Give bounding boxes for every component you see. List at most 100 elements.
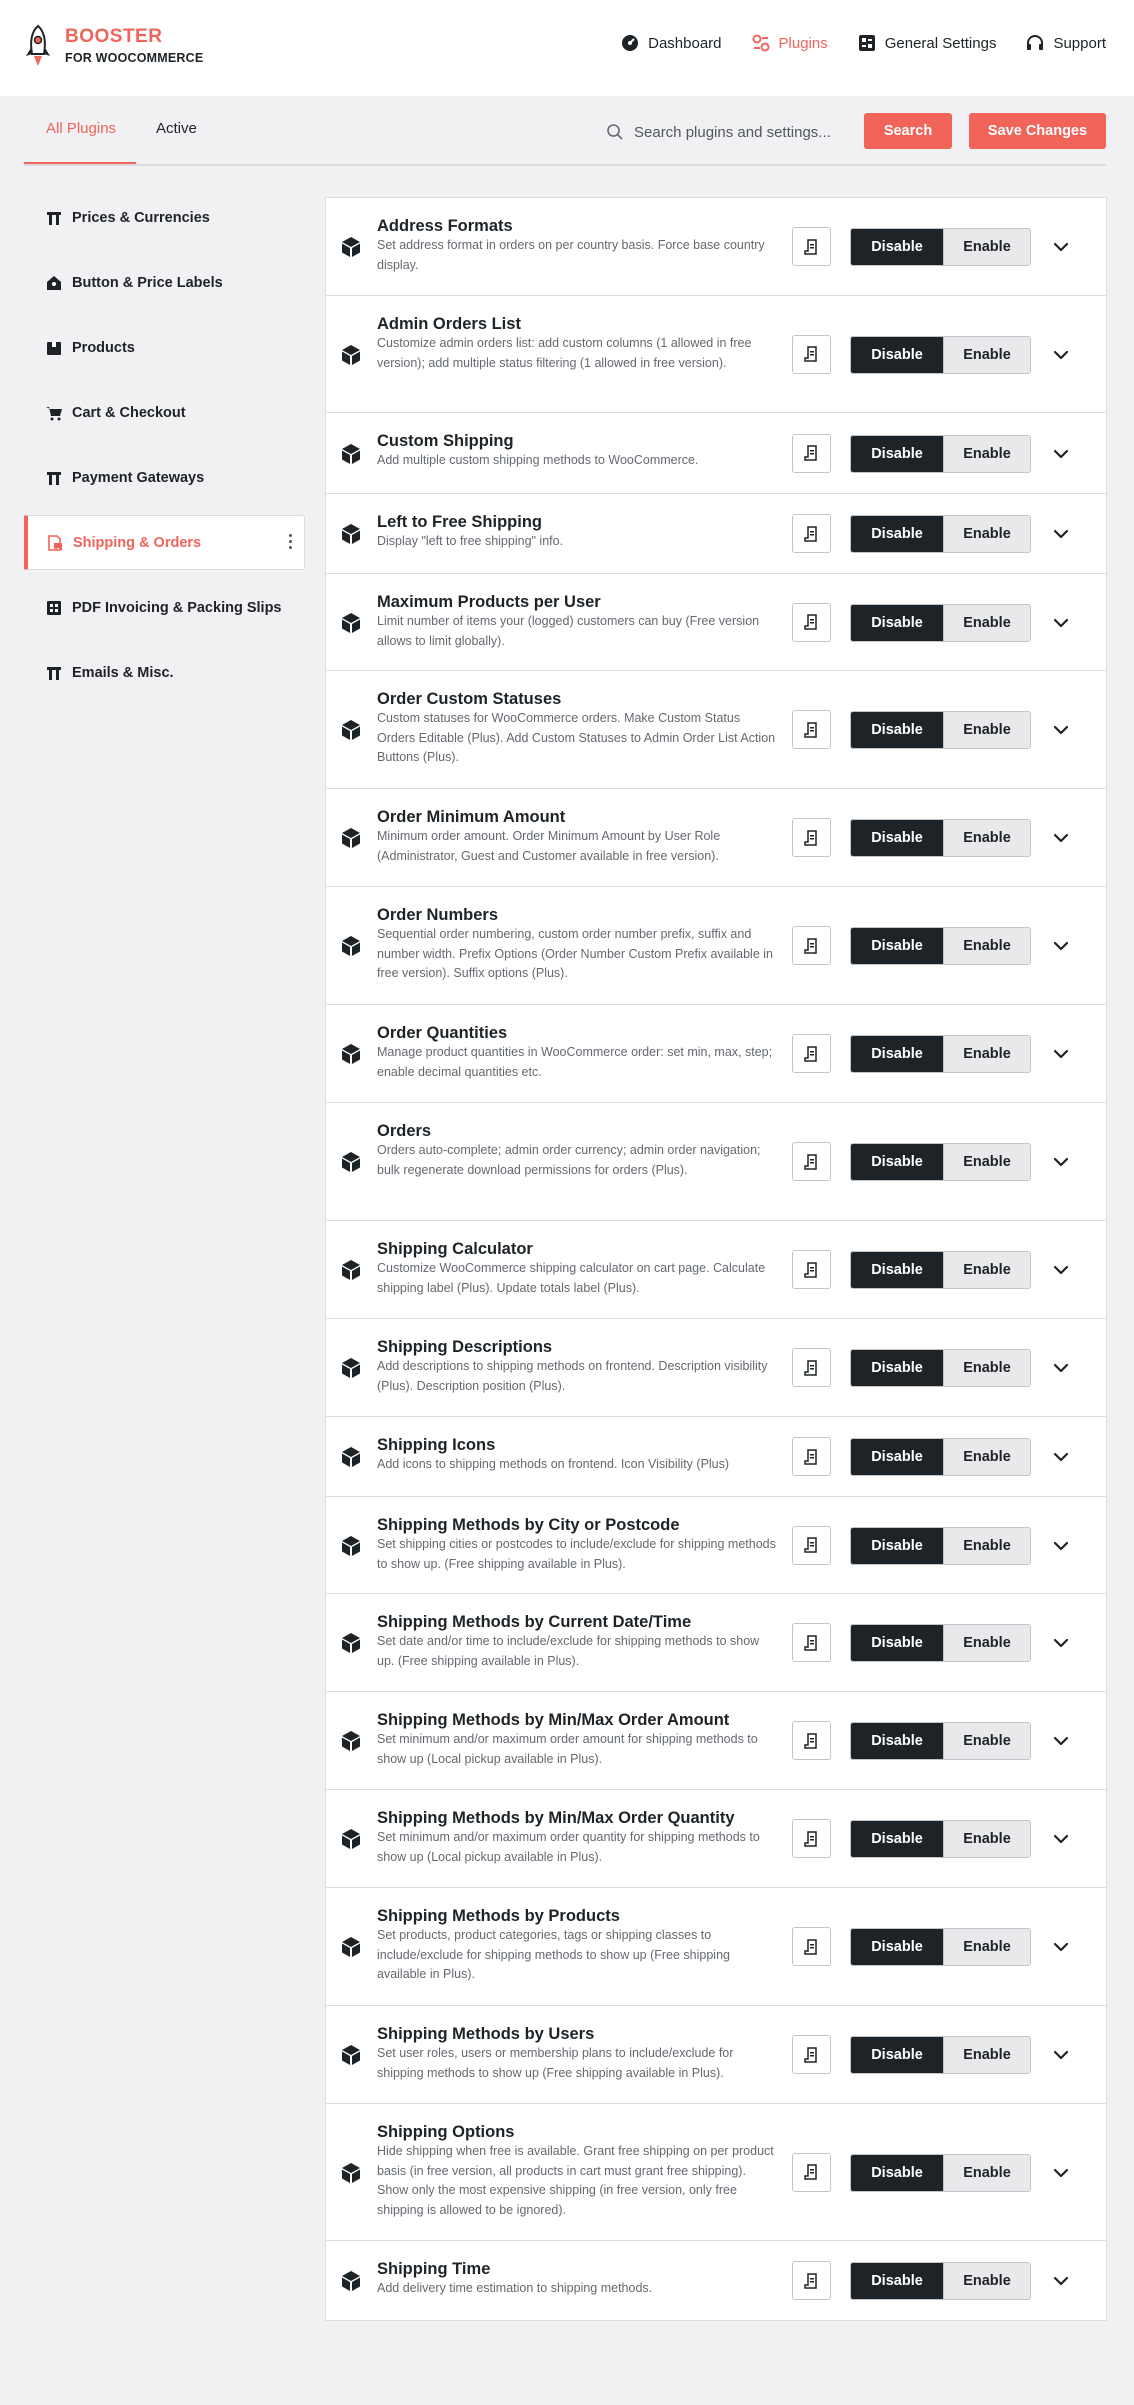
documentation-button[interactable] [792,1927,831,1966]
disable-button[interactable]: Disable [851,1252,943,1288]
enable-button[interactable]: Enable [943,1144,1030,1180]
search-input[interactable] [634,123,834,141]
disable-button[interactable]: Disable [851,1625,943,1661]
chevron-down-icon[interactable] [1051,936,1071,956]
sidebar-item-payment-gateways[interactable]: Payment Gateways [24,450,305,505]
disable-button[interactable]: Disable [851,229,943,265]
tab-all-plugins[interactable]: All Plugins [46,120,116,137]
nav-general-settings[interactable]: General Settings [858,34,996,52]
disable-button[interactable]: Disable [851,712,943,748]
sidebar-item-pdf-invoicing[interactable]: PDF Invoicing & Packing Slips [24,580,305,635]
disable-button[interactable]: Disable [851,1929,943,1965]
chevron-down-icon[interactable] [1051,2045,1071,2065]
enable-button[interactable]: Enable [943,604,1030,641]
documentation-button[interactable] [792,602,831,642]
documentation-button[interactable] [792,1721,831,1760]
chevron-down-icon[interactable] [1051,524,1071,544]
disable-button[interactable]: Disable [851,1527,943,1564]
enable-button[interactable]: Enable [943,336,1030,373]
enable-button[interactable]: Enable [943,1350,1030,1386]
chevron-down-icon[interactable] [1051,1937,1071,1957]
documentation-button[interactable] [792,1250,831,1289]
enable-button[interactable]: Enable [943,1723,1030,1759]
sidebar-item-cart-checkout[interactable]: Cart & Checkout [24,385,305,440]
chevron-down-icon[interactable] [1051,1731,1071,1751]
disable-button[interactable]: Disable [851,1821,943,1857]
documentation-button[interactable] [792,514,831,553]
tab-active[interactable]: Active [156,120,197,137]
enable-button[interactable]: Enable [943,2037,1030,2073]
disable-button[interactable]: Disable [851,928,943,964]
nav-dashboard[interactable]: Dashboard [621,34,722,52]
disable-button[interactable]: Disable [851,1036,943,1072]
disable-button[interactable]: Disable [851,1144,943,1180]
documentation-button[interactable] [792,1142,831,1181]
disable-button[interactable]: Disable [851,1439,943,1475]
search-button[interactable]: Search [864,113,952,149]
sidebar-item-shipping-orders[interactable]: Shipping & Orders [24,515,305,570]
chevron-down-icon[interactable] [1051,1447,1071,1467]
chevron-down-icon[interactable] [1051,1044,1071,1064]
booster-logo[interactable]: BOOSTER FOR WOOCOMMERCE [24,24,203,68]
enable-button[interactable]: Enable [943,435,1030,472]
enable-button[interactable]: Enable [943,1252,1030,1288]
enable-button[interactable]: Enable [943,1439,1030,1475]
chevron-down-icon[interactable] [1051,345,1071,365]
documentation-button[interactable] [792,710,831,749]
save-changes-button[interactable]: Save Changes [969,113,1106,149]
documentation-button[interactable] [792,1819,831,1858]
documentation-button[interactable] [792,2261,831,2300]
sidebar-item-prices-currencies[interactable]: Prices & Currencies [24,190,305,245]
enable-button[interactable]: Enable [943,712,1030,748]
enable-button[interactable]: Enable [943,1929,1030,1965]
chevron-down-icon[interactable] [1051,1260,1071,1280]
chevron-down-icon[interactable] [1051,444,1071,464]
disable-button[interactable]: Disable [851,516,943,552]
documentation-button[interactable] [792,433,831,473]
disable-button[interactable]: Disable [851,2154,943,2191]
documentation-button[interactable] [792,2035,831,2074]
disable-button[interactable]: Disable [851,1350,943,1386]
chevron-down-icon[interactable] [1051,2163,1071,2183]
enable-button[interactable]: Enable [943,820,1030,856]
enable-button[interactable]: Enable [943,2263,1030,2299]
sidebar-item-emails-misc[interactable]: Emails & Misc. [24,645,305,700]
chevron-down-icon[interactable] [1051,2271,1071,2291]
disable-button[interactable]: Disable [851,604,943,641]
chevron-down-icon[interactable] [1051,1829,1071,1849]
sidebar-item-products[interactable]: Products [24,320,305,375]
disable-button[interactable]: Disable [851,1723,943,1759]
documentation-button[interactable] [792,2152,831,2192]
chevron-down-icon[interactable] [1051,237,1071,257]
chevron-down-icon[interactable] [1051,828,1071,848]
disable-button[interactable]: Disable [851,336,943,373]
documentation-button[interactable] [792,227,831,266]
enable-button[interactable]: Enable [943,1821,1030,1857]
documentation-button[interactable] [792,1623,831,1662]
documentation-button[interactable] [792,1437,831,1476]
chevron-down-icon[interactable] [1051,1633,1071,1653]
documentation-button[interactable] [792,818,831,857]
disable-button[interactable]: Disable [851,435,943,472]
enable-button[interactable]: Enable [943,1625,1030,1661]
documentation-button[interactable] [792,1525,831,1565]
documentation-button[interactable] [792,1034,831,1073]
more-options-icon[interactable] [289,534,292,549]
disable-button[interactable]: Disable [851,2263,943,2299]
disable-button[interactable]: Disable [851,2037,943,2073]
enable-button[interactable]: Enable [943,2154,1030,2191]
chevron-down-icon[interactable] [1051,1536,1071,1556]
enable-button[interactable]: Enable [943,1036,1030,1072]
chevron-down-icon[interactable] [1051,720,1071,740]
enable-button[interactable]: Enable [943,1527,1030,1564]
enable-button[interactable]: Enable [943,516,1030,552]
documentation-button[interactable] [792,926,831,965]
nav-support[interactable]: Support [1026,34,1106,52]
chevron-down-icon[interactable] [1051,1358,1071,1378]
chevron-down-icon[interactable] [1051,613,1071,633]
documentation-button[interactable] [792,334,831,374]
documentation-button[interactable] [792,1348,831,1387]
chevron-down-icon[interactable] [1051,1152,1071,1172]
enable-button[interactable]: Enable [943,229,1030,265]
disable-button[interactable]: Disable [851,820,943,856]
